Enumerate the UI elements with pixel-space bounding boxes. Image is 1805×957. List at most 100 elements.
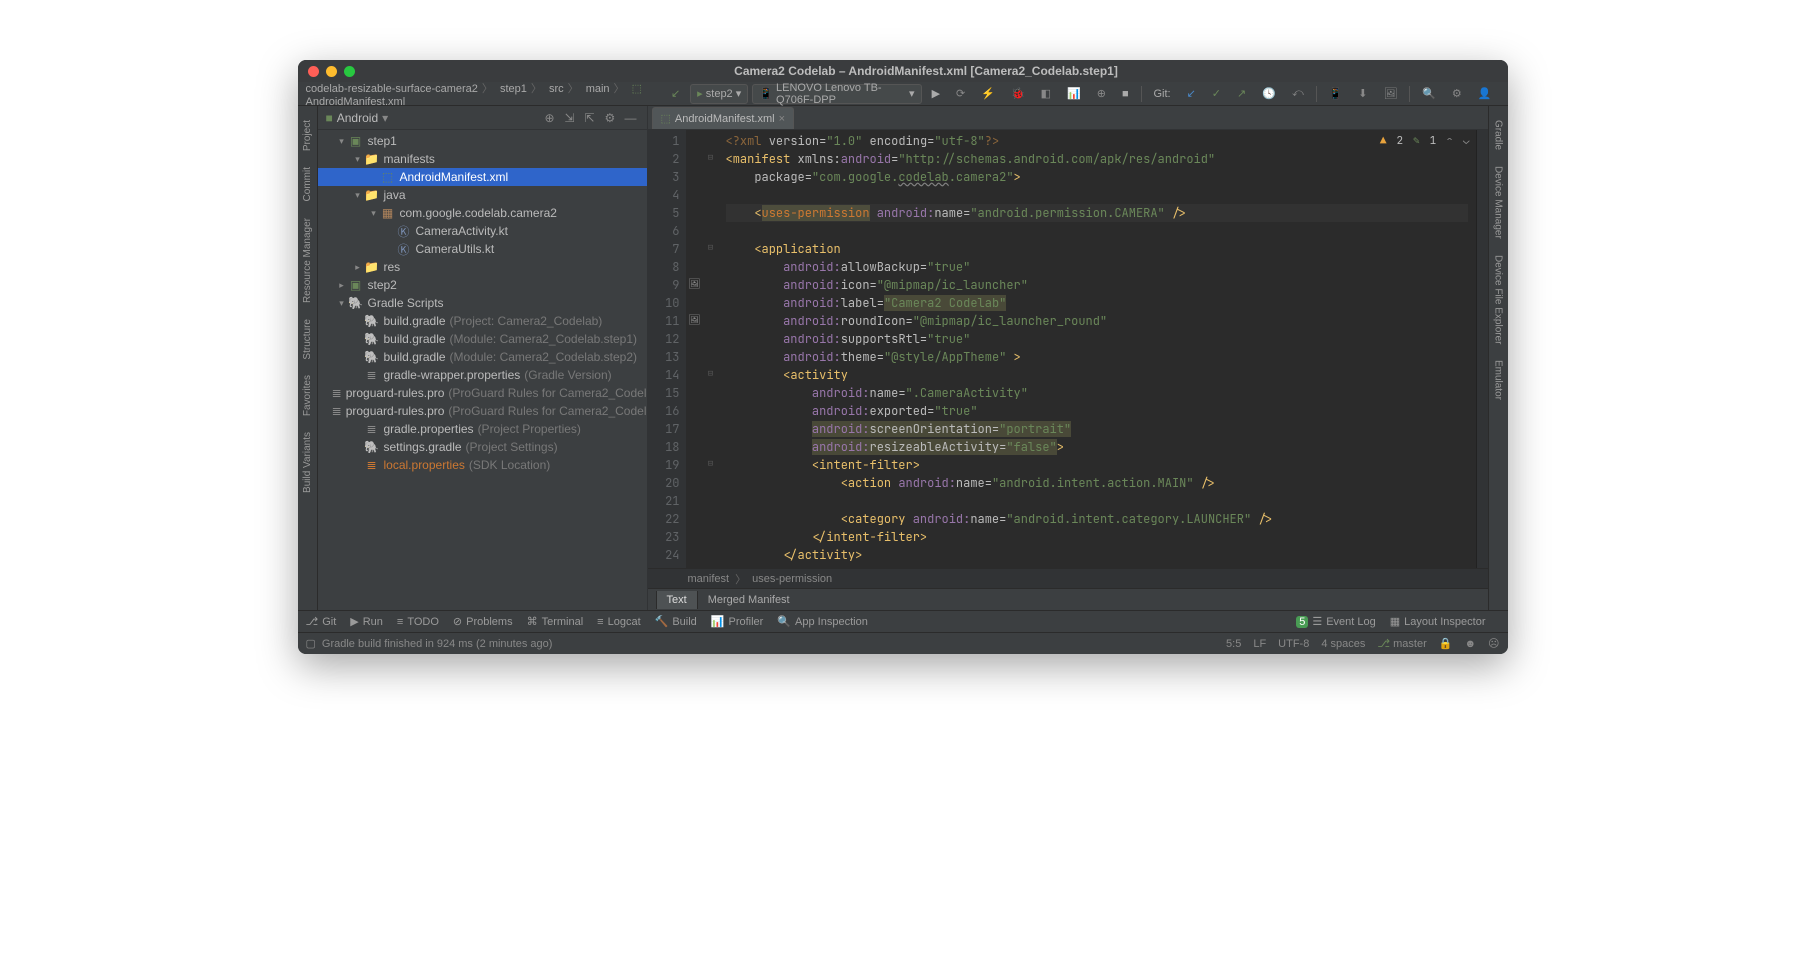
tree-com-google-codelab-camera2[interactable]: ▾▦com.google.codelab.camera2 [318,204,647,222]
select-opened-file-icon[interactable]: ⊕ [545,111,559,125]
close-window-button[interactable] [308,66,319,77]
tree-step1[interactable]: ▾▣step1 [318,132,647,150]
project-view-combo[interactable]: ■ Android ▾ [326,111,389,125]
run-button[interactable]: ▶ [926,84,946,104]
tool-layout-inspector[interactable]: ▦Layout Inspector [1390,615,1486,628]
code-content[interactable]: <?xml version="1.0" encoding="utf-8"?><m… [718,130,1476,568]
status-message: Gradle build finished in 924 ms (2 minut… [322,638,553,650]
left-rail-commit[interactable]: Commit [300,159,315,209]
tree-build-gradle[interactable]: 🐘build.gradle(Module: Camera2_Codelab.st… [318,348,647,366]
tool-todo[interactable]: ≡TODO [397,616,439,628]
tool-git[interactable]: ⎇Git [306,615,337,628]
tree-java[interactable]: ▾📁java [318,186,647,204]
sdk-manager-icon[interactable]: ⬇ [1352,84,1373,104]
right-tool-rail: GradleDevice ManagerDevice File Explorer… [1488,106,1508,610]
tree-res[interactable]: ▸📁res [318,258,647,276]
apply-changes-icon[interactable]: ⟳ [950,84,971,104]
typo-icon: ✎ [1413,134,1420,148]
tree-cameraactivity-kt[interactable]: ⓀCameraActivity.kt [318,222,647,240]
tree-proguard-rules-pro[interactable]: ≣proguard-rules.pro(ProGuard Rules for C… [318,402,647,420]
line-separator[interactable]: LF [1253,638,1266,650]
tool-run[interactable]: ▶Run [350,615,383,628]
encoding[interactable]: UTF-8 [1278,638,1309,650]
expand-all-icon[interactable]: ⇲ [565,111,579,125]
tree-androidmanifest-xml[interactable]: ⬚AndroidManifest.xml [318,168,647,186]
tree-gradle-wrapper-properties[interactable]: ≣gradle-wrapper.properties(Gradle Versio… [318,366,647,384]
left-rail-resource-manager[interactable]: Resource Manager [300,210,315,311]
tool-event-log[interactable]: 5 ☰Event Log [1296,615,1376,628]
notifications-icon[interactable]: ☹ [1488,637,1499,650]
inspections-widget[interactable]: ▲ 2 ✎ 1 ⌃ ⌄ [1380,134,1470,148]
minimize-window-button[interactable] [326,66,337,77]
make-project-icon[interactable]: ↙ [665,84,686,104]
caret-pos[interactable]: 5:5 [1226,638,1241,650]
tab-merged-manifest[interactable]: Merged Manifest [697,591,800,609]
tree-camerautils-kt[interactable]: ⓀCameraUtils.kt [318,240,647,258]
apply-code-changes-icon[interactable]: ⚡ [975,84,1001,104]
zoom-window-button[interactable] [344,66,355,77]
device-combo[interactable]: 📱 LENOVO Lenovo TB-Q706F-DPP ▾ [752,84,921,104]
status-icon[interactable]: ▢ [306,637,316,650]
collapse-all-icon[interactable]: ⇱ [585,111,599,125]
hide-panel-icon[interactable]: — [625,111,639,125]
memory-indicator[interactable]: ☻ [1464,638,1476,650]
run-config-combo[interactable]: ▸ step2 ▾ [690,84,748,104]
warning-icon: ▲ [1380,134,1387,148]
warning-count: 2 [1396,134,1403,148]
tab-text[interactable]: Text [656,591,697,609]
project-tree[interactable]: ▾▣step1▾📁manifests⬚AndroidManifest.xml▾📁… [318,130,647,610]
tool-build[interactable]: 🔨Build [655,615,697,628]
tree-proguard-rules-pro[interactable]: ≣proguard-rules.pro(ProGuard Rules for C… [318,384,647,402]
right-rail-device-file-explorer[interactable]: Device File Explorer [1491,247,1506,352]
tool-profiler[interactable]: 📊Profiler [711,615,764,628]
vcs-push-icon[interactable]: ↗ [1231,84,1252,104]
tree-local-properties[interactable]: ≣local.properties(SDK Location) [318,456,647,474]
tree-settings-gradle[interactable]: 🐘settings.gradle(Project Settings) [318,438,647,456]
icon-gutter[interactable]: 🖼🖼 [686,130,704,568]
attach-debugger-icon[interactable]: ⊕ [1091,84,1112,104]
tab-android-manifest[interactable]: ⬚ AndroidManifest.xml × [652,107,795,129]
right-rail-gradle[interactable]: Gradle [1491,112,1506,158]
coverage-icon[interactable]: ◧ [1035,84,1057,104]
panel-settings-icon[interactable]: ⚙ [605,111,619,125]
tool-logcat[interactable]: ≡Logcat [597,616,640,628]
vcs-rollback-icon[interactable]: ⤺ [1286,84,1310,104]
tool-terminal[interactable]: ⌘Terminal [527,615,584,628]
help-icon[interactable]: 👤 [1472,84,1498,104]
code-editor[interactable]: 123456789101112131415161718192021222324 … [648,130,1488,568]
tree-build-gradle[interactable]: 🐘build.gradle(Project: Camera2_Codelab) [318,312,647,330]
tool-problems[interactable]: ⊘Problems [453,615,513,628]
avd-manager-icon[interactable]: 📱 [1323,84,1349,104]
lock-icon[interactable]: 🔒 [1439,637,1453,650]
left-rail-structure[interactable]: Structure [300,311,315,368]
close-tab-icon[interactable]: × [779,113,785,125]
tree-gradle-scripts[interactable]: ▾🐘Gradle Scripts [318,294,647,312]
git-branch[interactable]: ⎇ master [1377,637,1426,650]
breadcrumb[interactable]: codelab-resizable-surface-camera2〉 step1… [306,80,663,108]
tree-gradle-properties[interactable]: ≣gradle.properties(Project Properties) [318,420,647,438]
project-panel-header: ■ Android ▾ ⊕ ⇲ ⇱ ⚙ — [318,106,647,130]
vcs-update-icon[interactable]: ↙ [1181,84,1202,104]
tool-app-inspection[interactable]: 🔍App Inspection [777,615,867,628]
left-rail-project[interactable]: Project [300,112,315,159]
stop-button[interactable]: ■ [1116,84,1135,104]
left-rail-favorites[interactable]: Favorites [300,367,315,424]
editor-breadcrumb[interactable]: manifest 〉 uses-permission [648,568,1488,588]
fold-gutter[interactable]: ⊟⊟⊟⊟ [704,130,718,568]
line-number-gutter[interactable]: 123456789101112131415161718192021222324 [648,130,686,568]
error-stripe[interactable] [1476,130,1488,568]
tree-build-gradle[interactable]: 🐘build.gradle(Module: Camera2_Codelab.st… [318,330,647,348]
vcs-history-icon[interactable]: 🕓 [1256,84,1282,104]
right-rail-device-manager[interactable]: Device Manager [1491,158,1506,247]
search-everywhere-icon[interactable]: 🔍 [1416,84,1442,104]
profiler-icon[interactable]: 📊 [1061,84,1087,104]
tree-step2[interactable]: ▸▣step2 [318,276,647,294]
resource-manager-icon[interactable]: 🖼 [1377,84,1403,104]
settings-icon[interactable]: ⚙ [1446,84,1468,104]
right-rail-emulator[interactable]: Emulator [1491,352,1506,408]
indent[interactable]: 4 spaces [1321,638,1365,650]
debug-button[interactable]: 🐞 [1005,84,1031,104]
left-rail-build-variants[interactable]: Build Variants [300,424,315,501]
vcs-commit-icon[interactable]: ✓ [1206,84,1227,104]
tree-manifests[interactable]: ▾📁manifests [318,150,647,168]
